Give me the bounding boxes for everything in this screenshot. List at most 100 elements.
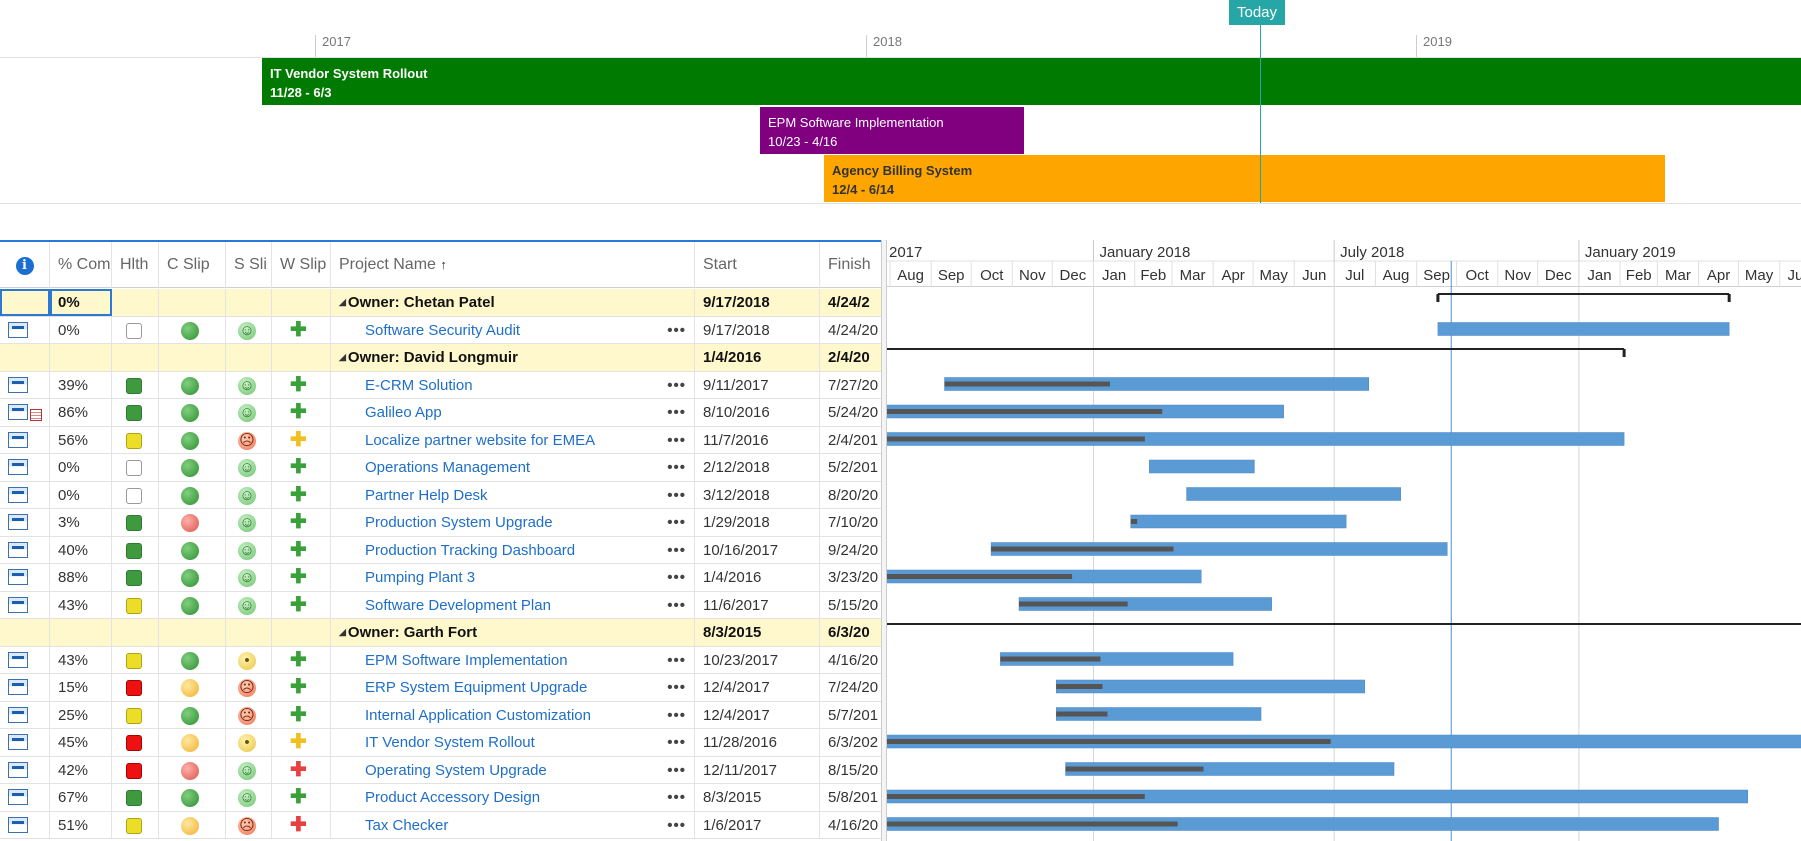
more-options-icon[interactable]: ••• bbox=[667, 482, 686, 509]
project-detail-icon[interactable] bbox=[8, 376, 28, 393]
more-options-icon[interactable]: ••• bbox=[667, 702, 686, 729]
col-header-health[interactable]: Hlth bbox=[112, 242, 159, 288]
group-name-cell[interactable]: ◢ Owner: Garth Fort bbox=[331, 619, 695, 646]
project-detail-icon[interactable] bbox=[8, 816, 28, 833]
project-name-cell[interactable]: E-CRM Solution ••• bbox=[331, 371, 695, 399]
project-name-link[interactable]: Operating System Upgrade bbox=[365, 762, 547, 779]
project-detail-icon[interactable] bbox=[8, 596, 28, 613]
project-name-cell[interactable]: Tax Checker ••• bbox=[331, 811, 695, 839]
table-row[interactable]: 56% ☹ ✚ Localize partner website for EMEA ••… bbox=[0, 426, 881, 454]
row-indicator-cell[interactable] bbox=[0, 371, 50, 399]
table-row[interactable]: 43% • ✚ EPM Software Implementation ••• 10/23… bbox=[0, 646, 881, 674]
table-row[interactable]: 51% ☹ ✚ Tax Checker ••• 1/6/2017 4/16/20 bbox=[0, 811, 881, 839]
project-detail-icon[interactable] bbox=[8, 679, 28, 695]
project-name-link[interactable]: Production Tracking Dashboard bbox=[365, 542, 575, 559]
row-indicator-cell[interactable] bbox=[0, 509, 50, 536]
project-detail-icon[interactable] bbox=[8, 761, 28, 778]
group-name-cell[interactable]: ◢ Owner: David Longmuir bbox=[331, 344, 695, 371]
project-name-link[interactable]: IT Vendor System Rollout bbox=[365, 734, 535, 751]
more-options-icon[interactable]: ••• bbox=[667, 784, 686, 811]
project-name-link[interactable]: Internal Application Customization bbox=[365, 707, 591, 724]
col-header-project-name[interactable]: Project Name ↑ bbox=[331, 242, 695, 288]
project-name-cell[interactable]: ERP System Equipment Upgrade ••• bbox=[331, 674, 695, 701]
table-row[interactable]: 0% ☺ ✚ Operations Management ••• 2/12/2018 5/2… bbox=[0, 454, 881, 482]
project-name-link[interactable]: Localize partner website for EMEA bbox=[365, 432, 595, 449]
project-name-cell[interactable]: EPM Software Implementation ••• bbox=[331, 646, 695, 674]
more-options-icon[interactable]: ••• bbox=[667, 812, 686, 839]
project-name-cell[interactable]: Software Security Audit ••• bbox=[331, 316, 695, 344]
project-name-link[interactable]: EPM Software Implementation bbox=[365, 652, 568, 669]
col-header-work-slip[interactable]: W Slip bbox=[272, 242, 331, 288]
project-name-cell[interactable]: Localize partner website for EMEA ••• bbox=[331, 426, 695, 454]
group-row[interactable]: ◢ Owner: Garth Fort 8/3/2015 6/3/20 bbox=[0, 619, 881, 647]
row-indicator-cell[interactable] bbox=[0, 646, 50, 674]
more-options-icon[interactable]: ••• bbox=[667, 564, 686, 591]
table-row[interactable]: 67% ☺ ✚ Product Accessory Design ••• 8/3/2015… bbox=[0, 784, 881, 812]
timeline-bar-it-vendor[interactable]: IT Vendor System Rollout 11/28 - 6/3 bbox=[262, 58, 1801, 105]
table-row[interactable]: 0% ☺ ✚ Partner Help Desk ••• 3/12/2018 8/20/20 bbox=[0, 481, 881, 509]
project-name-link[interactable]: Pumping Plant 3 bbox=[365, 569, 475, 586]
project-detail-icon[interactable] bbox=[8, 404, 28, 420]
project-name-link[interactable]: Partner Help Desk bbox=[365, 487, 488, 504]
project-name-link[interactable]: Production System Upgrade bbox=[365, 514, 553, 531]
project-detail-icon[interactable] bbox=[8, 541, 28, 558]
row-indicator-cell[interactable] bbox=[0, 316, 50, 344]
more-options-icon[interactable]: ••• bbox=[667, 454, 686, 481]
project-name-cell[interactable]: Pumping Plant 3 ••• bbox=[331, 564, 695, 591]
timeline-bar-epm[interactable]: EPM Software Implementation 10/23 - 4/16 bbox=[760, 107, 1024, 154]
row-indicator-cell[interactable] bbox=[0, 481, 50, 509]
project-detail-icon[interactable] bbox=[8, 486, 28, 503]
more-options-icon[interactable]: ••• bbox=[667, 509, 686, 536]
info-icon[interactable]: i bbox=[15, 257, 34, 275]
project-name-cell[interactable]: Software Development Plan ••• bbox=[331, 591, 695, 619]
notes-icon[interactable] bbox=[30, 409, 42, 421]
more-options-icon[interactable]: ••• bbox=[667, 674, 686, 701]
col-header-cost-slip[interactable]: C Slip bbox=[159, 242, 226, 288]
row-indicator-cell[interactable] bbox=[0, 426, 50, 454]
info-column-header[interactable]: i bbox=[0, 242, 50, 288]
row-indicator-cell[interactable] bbox=[0, 536, 50, 564]
table-row[interactable]: 0% ☺ ✚ Software Security Audit ••• 9/17/2018 4… bbox=[0, 316, 881, 344]
project-name-cell[interactable]: IT Vendor System Rollout ••• bbox=[331, 729, 695, 756]
project-detail-icon[interactable] bbox=[8, 514, 28, 530]
project-detail-icon[interactable] bbox=[8, 431, 28, 448]
more-options-icon[interactable]: ••• bbox=[667, 729, 686, 756]
table-row[interactable]: 40% ☺ ✚ Production Tracking Dashboard ••• 10/… bbox=[0, 536, 881, 564]
more-options-icon[interactable]: ••• bbox=[667, 317, 686, 344]
row-indicator-cell[interactable] bbox=[0, 454, 50, 481]
row-indicator-cell[interactable] bbox=[0, 289, 50, 316]
project-name-link[interactable]: Software Development Plan bbox=[365, 597, 551, 614]
row-indicator-cell[interactable] bbox=[0, 729, 50, 756]
collapse-caret-icon[interactable]: ◢ bbox=[339, 352, 346, 362]
more-options-icon[interactable]: ••• bbox=[667, 399, 686, 426]
project-name-link[interactable]: Software Security Audit bbox=[365, 322, 520, 339]
project-detail-icon[interactable] bbox=[8, 321, 28, 338]
timeline-bar-agency-billing[interactable]: Agency Billing System 12/4 - 6/14 bbox=[824, 155, 1665, 202]
more-options-icon[interactable]: ••• bbox=[667, 592, 686, 619]
project-name-cell[interactable]: Partner Help Desk ••• bbox=[331, 481, 695, 509]
row-indicator-cell[interactable] bbox=[0, 811, 50, 839]
row-indicator-cell[interactable] bbox=[0, 591, 50, 619]
more-options-icon[interactable]: ••• bbox=[667, 757, 686, 784]
table-row[interactable]: 3% ☺ ✚ Production System Upgrade ••• 1/29/201… bbox=[0, 509, 881, 537]
col-header-start[interactable]: Start bbox=[695, 242, 820, 288]
project-detail-icon[interactable] bbox=[8, 734, 28, 750]
table-row[interactable]: 86% ☺ ✚ Galileo App ••• 8/10/2016 5/24/20 bbox=[0, 399, 881, 427]
more-options-icon[interactable]: ••• bbox=[667, 647, 686, 674]
collapse-caret-icon[interactable]: ◢ bbox=[339, 297, 346, 307]
project-name-link[interactable]: Tax Checker bbox=[365, 817, 448, 834]
group-row[interactable]: 0% ◢ Owner: Chetan Patel 9/17/2018 4/24/2 bbox=[0, 289, 881, 317]
table-row[interactable]: 45% • ✚ IT Vendor System Rollout ••• 11/28/20… bbox=[0, 729, 881, 757]
project-detail-icon[interactable] bbox=[8, 651, 28, 668]
project-name-cell[interactable]: Operating System Upgrade ••• bbox=[331, 756, 695, 784]
col-header-finish[interactable]: Finish bbox=[820, 242, 881, 288]
row-indicator-cell[interactable] bbox=[0, 756, 50, 784]
more-options-icon[interactable]: ••• bbox=[667, 537, 686, 564]
project-name-cell[interactable]: Product Accessory Design ••• bbox=[331, 784, 695, 811]
more-options-icon[interactable]: ••• bbox=[667, 427, 686, 454]
table-row[interactable]: 42% ☺ ✚ Operating System Upgrade ••• 12/11/20… bbox=[0, 756, 881, 784]
group-name-cell[interactable]: ◢ Owner: Chetan Patel bbox=[331, 289, 695, 316]
row-indicator-cell[interactable] bbox=[0, 701, 50, 729]
project-name-link[interactable]: Operations Management bbox=[365, 459, 530, 476]
project-detail-icon[interactable] bbox=[8, 459, 28, 475]
